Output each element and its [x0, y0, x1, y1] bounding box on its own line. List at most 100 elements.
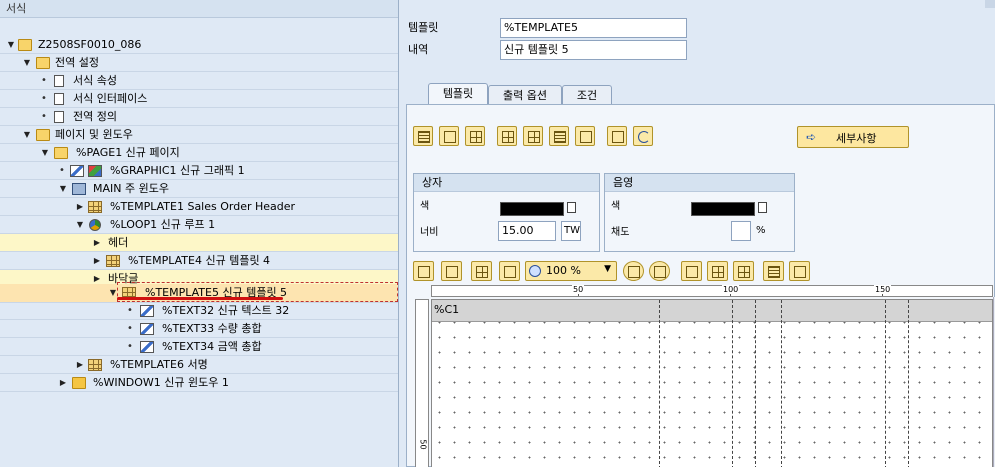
settings-icon[interactable] — [789, 261, 810, 281]
toggle-expanded-icon[interactable]: ▼ — [75, 216, 85, 234]
tree-node-label: %TEMPLATE1 Sales Order Header — [110, 200, 296, 213]
shading-color-label: 색 — [611, 201, 621, 212]
tree-node-main-window[interactable]: ▼ MAIN 주 윈도우 — [0, 180, 398, 198]
tree-node-label: %TEXT33 수량 총합 — [162, 322, 262, 335]
tree-node-global-definitions[interactable]: • 전역 정의 — [0, 108, 398, 126]
form-tree: 서식 ▼ Z2508SF0010_086 ▼ 전역 설정 • 서식 속성 • 서… — [0, 0, 399, 467]
column-separator[interactable] — [908, 300, 909, 467]
tree-node-text33[interactable]: • %TEXT33 수량 총합 — [0, 320, 398, 338]
undo-icon[interactable] — [633, 126, 653, 146]
toggle-collapsed-icon[interactable]: ▶ — [58, 374, 68, 392]
box-color-swatch[interactable] — [500, 202, 564, 216]
tree-node-text34[interactable]: • %TEXT34 금액 총합 — [0, 338, 398, 356]
toggle-expanded-icon[interactable]: ▼ — [22, 54, 32, 72]
tree-node-page1[interactable]: ▼ %PAGE1 신규 페이지 — [0, 144, 398, 162]
color-picker-icon[interactable] — [758, 202, 767, 213]
tree-node-label: %GRAPHIC1 신규 그래픽 1 — [110, 164, 245, 177]
tree-node-pages-windows[interactable]: ▼ 페이지 및 윈도우 — [0, 126, 398, 144]
text-icon — [140, 341, 154, 353]
arrow-right-icon: ➪ — [806, 130, 817, 144]
folder-open-icon — [18, 39, 32, 51]
vruler-label-50: 50 — [418, 439, 428, 450]
box-width-label: 너비 — [420, 227, 439, 238]
ruler-label-50: 50 — [572, 285, 585, 294]
toggle-expanded-icon[interactable]: ▼ — [40, 144, 50, 162]
toggle-expanded-icon[interactable]: ▼ — [22, 126, 32, 144]
toggle-collapsed-icon[interactable]: ▶ — [75, 356, 85, 374]
tab-conditions[interactable]: 조건 — [562, 85, 612, 105]
loop-icon — [89, 219, 101, 231]
column-separator[interactable] — [755, 300, 756, 467]
show-grid-icon[interactable] — [707, 261, 728, 281]
template-canvas[interactable]: %C1 — [431, 299, 993, 467]
tree-node-label: 서식 인터페이스 — [73, 92, 148, 105]
table-layout-icon[interactable] — [413, 126, 433, 146]
description-label: 내역 — [408, 43, 429, 56]
tree-node-form-root[interactable]: ▼ Z2508SF0010_086 — [0, 36, 398, 54]
copy-layout-icon[interactable] — [499, 261, 520, 281]
tree-node-template6[interactable]: ▶ %TEMPLATE6 서명 — [0, 356, 398, 374]
fit-icon[interactable] — [681, 261, 702, 281]
saturation-input[interactable] — [731, 221, 751, 241]
template-name-field[interactable]: %TEMPLATE5 — [500, 18, 687, 38]
box-width-input[interactable]: 15.00 — [498, 221, 556, 241]
shading-color-swatch[interactable] — [691, 202, 755, 216]
zoom-icon — [529, 265, 541, 277]
tree-node-template1[interactable]: ▶ %TEMPLATE1 Sales Order Header — [0, 198, 398, 216]
tree-node-graphic1[interactable]: • %GRAPHIC1 신규 그래픽 1 — [0, 162, 398, 180]
tree-node-form-interface[interactable]: • 서식 인터페이스 — [0, 90, 398, 108]
color-picker-icon[interactable] — [567, 202, 576, 213]
tree-node-header[interactable]: ▶ 헤더 — [0, 234, 398, 252]
tree-node-label: 페이지 및 윈도우 — [55, 128, 133, 141]
column-separator[interactable] — [885, 300, 886, 467]
document-icon — [54, 75, 64, 87]
inner-lines-icon[interactable] — [465, 126, 485, 146]
top-strip — [985, 0, 995, 8]
table-icon — [106, 255, 120, 267]
fill-icon[interactable] — [607, 126, 627, 146]
description-field[interactable]: 신규 템플릿 5 — [500, 40, 687, 60]
toggle-collapsed-icon[interactable]: ▶ — [92, 252, 102, 270]
frame-horizontal-icon[interactable] — [549, 126, 569, 146]
box-width-unit-field[interactable]: TW — [561, 221, 581, 241]
frame-none-icon[interactable] — [575, 126, 595, 146]
cell-grid-icon[interactable] — [733, 261, 754, 281]
ruler-icon[interactable] — [763, 261, 784, 281]
zoom-in-icon[interactable] — [623, 261, 644, 281]
tree-node-label: %LOOP1 신규 루프 1 — [110, 218, 216, 231]
frame-inside-icon[interactable] — [523, 126, 543, 146]
details-button[interactable]: ➪ 세부사항 — [797, 126, 909, 148]
bullet-icon: • — [127, 323, 133, 334]
folder-icon — [72, 377, 86, 389]
toggle-collapsed-icon[interactable]: ▶ — [75, 198, 85, 216]
outer-frame-icon[interactable] — [439, 126, 459, 146]
frame-all-icon[interactable] — [497, 126, 517, 146]
document-icon — [54, 93, 64, 105]
tree-node-template4[interactable]: ▶ %TEMPLATE4 신규 템플릿 4 — [0, 252, 398, 270]
toggle-collapsed-icon[interactable]: ▶ — [92, 234, 102, 252]
toggle-expanded-icon[interactable]: ▼ — [58, 180, 68, 198]
vertical-ruler: 50 — [415, 299, 429, 467]
column-separator[interactable] — [659, 300, 660, 467]
tree-node-window1[interactable]: ▶ %WINDOW1 신규 윈도우 1 — [0, 374, 398, 392]
tab-template[interactable]: 템플릿 — [428, 83, 488, 105]
tree-node-form-attributes[interactable]: • 서식 속성 — [0, 72, 398, 90]
column-separator[interactable] — [732, 300, 733, 467]
toggle-expanded-icon[interactable]: ▼ — [6, 36, 16, 54]
grid-icon[interactable] — [471, 261, 492, 281]
ruler-label-100: 100 — [722, 285, 740, 294]
ruler-label-150: 150 — [874, 285, 892, 294]
pin-icon[interactable] — [413, 261, 434, 281]
tab-output-options[interactable]: 출력 옵션 — [488, 85, 562, 105]
box-color-label: 색 — [420, 201, 430, 212]
tree-node-loop1[interactable]: ▼ %LOOP1 신규 루프 1 — [0, 216, 398, 234]
template-editor: 템플릿 %TEMPLATE5 내역 신규 템플릿 5 템플릿 출력 옵션 조건 … — [400, 0, 995, 467]
tree-header: 서식 — [0, 0, 398, 18]
tree-node-text32[interactable]: • %TEXT32 신규 텍스트 32 — [0, 302, 398, 320]
column-separator[interactable] — [781, 300, 782, 467]
bullet-icon: • — [41, 111, 47, 122]
pencil-icon[interactable] — [441, 261, 462, 281]
tree-node-global-settings[interactable]: ▼ 전역 설정 — [0, 54, 398, 72]
zoom-out-icon[interactable] — [649, 261, 670, 281]
zoom-dropdown[interactable]: 100 % ▼ — [525, 261, 617, 281]
